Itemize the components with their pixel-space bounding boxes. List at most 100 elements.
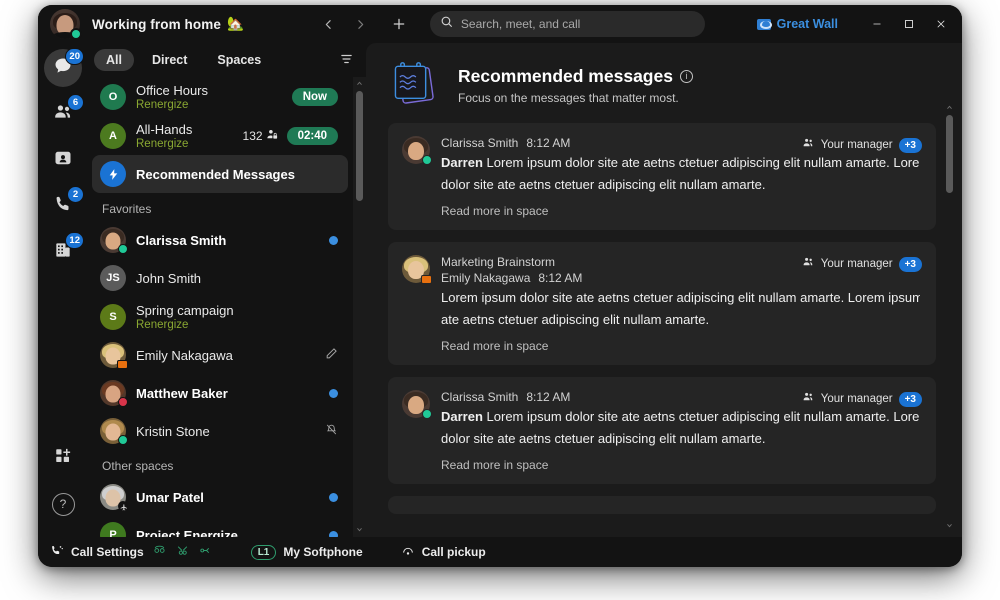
rail-item-contacts[interactable] [44,141,82,179]
read-more-link[interactable]: Read more in space [441,339,920,353]
avatar: A [100,122,126,149]
list-item-text: Recommended Messages [136,167,338,182]
minimize-button[interactable] [862,9,892,39]
sidebar-filters: All Direct Spaces [88,43,366,77]
rail-item-workspaces[interactable]: 12 [44,232,84,271]
org-label: Great Wall [776,17,838,31]
notepad-icon [388,61,442,109]
filter-direct[interactable]: Direct [140,49,199,71]
list-item-contact[interactable]: JS John Smith [92,259,348,297]
message-mention: Darren [441,155,483,170]
page-subtitle: Focus on the messages that matter most. [458,90,679,105]
people-icon [802,390,815,408]
avatar: P [100,522,126,537]
status-badge-now[interactable]: Now [291,87,338,106]
list-item-title: Recommended Messages [136,166,295,182]
avatar: JS [100,265,126,291]
list-item-title: Office Hours [136,82,209,98]
rail-item-help[interactable]: ? [44,485,82,523]
sidebar-list: O Office Hours Renergize Now A All-Hands [88,77,366,537]
list-item-text: Office Hours Renergize [136,83,284,111]
read-more-link[interactable]: Read more in space [441,204,920,218]
new-item-button[interactable] [386,11,412,37]
close-button[interactable] [926,9,956,39]
maximize-button[interactable] [894,9,924,39]
home-emoji-icon: 🏡 [226,16,244,31]
list-item-contact[interactable]: Kristin Stone [92,412,348,450]
contact-card-icon [53,148,73,173]
rail-item-messages[interactable]: 20 [44,48,84,87]
message-sender: Clarissa Smith [441,136,519,150]
message-tag-label: Your manager [820,139,893,151]
avatar: O [100,83,126,110]
list-item-contact[interactable]: Umar Patel [92,478,348,516]
user-avatar-button[interactable] [50,9,82,40]
user-status[interactable]: Working from home 🏡 [92,16,244,32]
message-sender: Emily Nakagawa [441,271,531,285]
sidebar-scrollbar[interactable] [353,77,366,537]
scroll-down-icon[interactable] [355,523,364,537]
filter-all[interactable]: All [94,49,134,71]
message-card[interactable]: Clarissa Smith 8:12 AM Darren Lorem ipsu… [388,377,936,484]
rail-item-apps[interactable] [44,439,82,477]
filter-spaces[interactable]: Spaces [205,49,273,71]
message-extra-count[interactable]: +3 [898,391,922,407]
filter-lines-icon[interactable] [339,52,354,69]
call-settings-button[interactable]: Call Settings [50,544,144,561]
call-pickup-button[interactable]: Call pickup [401,544,486,560]
page-title-row: Recommended messages i [458,66,693,87]
message-text-rest: Lorem ipsum dolor site ate aetns ctetuer… [482,409,920,424]
message-card[interactable]: Marketing Brainstorm Emily Nakagawa 8:12… [388,242,936,365]
message-card-partial[interactable] [388,496,936,514]
rail-item-calls[interactable]: 2 [44,186,84,225]
message-card[interactable]: Clarissa Smith 8:12 AM Darren Lorem ipsu… [388,123,936,230]
unread-indicator [329,492,338,502]
message-extra-count[interactable]: +3 [898,256,922,272]
sidebar-scroll-thumb[interactable] [356,91,363,201]
title-bar: Working from home 🏡 Search, meet, and ca… [38,5,962,43]
list-item-space[interactable]: S Spring campaign Renergize [92,297,348,336]
list-item-text: John Smith [136,271,338,286]
search-input[interactable]: Search, meet, and call [429,11,705,37]
main-scrollbar[interactable] [943,101,956,533]
unread-indicator [329,388,338,398]
message-text-line2: dolor site ate aetns ctetuer adipiscing … [441,177,766,192]
scroll-down-icon[interactable] [945,519,954,533]
list-item-subtitle: Renergize [136,98,189,111]
scroll-up-icon[interactable] [355,77,364,91]
message-tag-label: Your manager [820,393,893,405]
list-item-title: All-Hands [136,121,193,137]
avatar-initials: JS [106,272,120,284]
call-forward-icon[interactable] [152,544,167,560]
sidebar-item-recommended-messages[interactable]: Recommended Messages [92,155,348,193]
avatar-initial: A [109,129,117,142]
list-item-contact[interactable]: Clarissa Smith [92,221,348,259]
list-item-contact[interactable]: Emily Nakagawa [92,336,348,374]
lightning-bolt-icon [100,161,126,187]
scroll-up-icon[interactable] [945,101,954,115]
call-route-icon[interactable] [198,544,213,560]
list-item-meeting[interactable]: O Office Hours Renergize Now [92,77,348,116]
meeting-timer-badge[interactable]: 02:40 [286,126,338,145]
softphone-selector[interactable]: L1 My Softphone [250,544,363,560]
back-button[interactable] [316,11,342,37]
read-more-link[interactable]: Read more in space [441,458,920,472]
message-extra-count[interactable]: +3 [898,137,922,153]
rail-item-teams[interactable]: 6 [44,94,84,133]
org-indicator[interactable]: Great Wall [756,17,838,31]
list-item-text: All-Hands Renergize [136,122,243,150]
list-item-text: Matthew Baker [136,386,329,401]
list-item-contact[interactable]: Matthew Baker [92,374,348,412]
search-placeholder: Search, meet, and call [460,17,581,31]
forward-button[interactable] [348,11,374,37]
list-item-space[interactable]: P Project Energize [92,516,348,537]
info-icon[interactable]: i [679,69,693,83]
message-tag-area: Your manager +3 [802,255,922,273]
main-scroll-thumb[interactable] [946,115,953,193]
list-item-meeting[interactable]: A All-Hands Renergize 132 02:40 [92,116,348,155]
rail-badge-calls: 2 [67,186,84,203]
rail-badge-teams: 6 [67,94,84,111]
list-item-title: Matthew Baker [136,385,228,401]
call-merge-icon[interactable] [175,544,190,560]
list-item-title: Kristin Stone [136,423,210,439]
